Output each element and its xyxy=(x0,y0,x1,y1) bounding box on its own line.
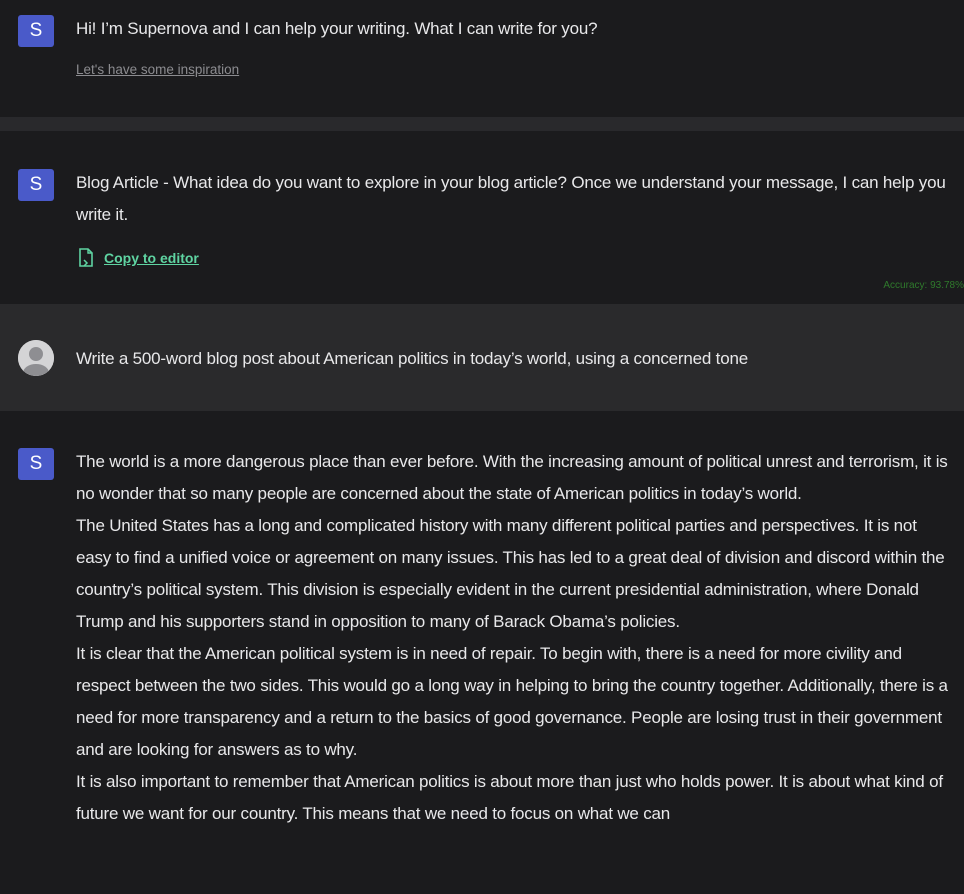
assistant-greeting-message: S Hi! I’m Supernova and I can help your … xyxy=(0,0,964,117)
response-paragraph: It is also important to remember that Am… xyxy=(76,772,943,823)
assistant-avatar: S xyxy=(18,169,54,201)
user-avatar-icon xyxy=(18,340,54,376)
copy-document-icon xyxy=(76,247,96,269)
response-paragraph: It is clear that the American political … xyxy=(76,644,948,759)
assistant-blog-prompt-message: S Blog Article - What idea do you want t… xyxy=(0,131,964,304)
accuracy-indicator: Accuracy: 93.78% xyxy=(883,280,964,291)
assistant-avatar: S xyxy=(18,448,54,480)
inspiration-link[interactable]: Let's have some inspiration xyxy=(76,62,239,77)
copy-to-editor-label: Copy to editor xyxy=(104,250,199,266)
user-request-message: Write a 500-word blog post about America… xyxy=(0,304,964,411)
assistant-response-message: S The world is a more dangerous place th… xyxy=(0,411,964,894)
copy-to-editor-button[interactable]: Copy to editor xyxy=(76,247,199,269)
user-request-text: Write a 500-word blog post about America… xyxy=(76,349,748,368)
chat-thread: S Hi! I’m Supernova and I can help your … xyxy=(0,0,964,894)
response-paragraph: The world is a more dangerous place than… xyxy=(76,452,948,503)
response-text: The world is a more dangerous place than… xyxy=(76,446,950,830)
response-paragraph: The United States has a long and complic… xyxy=(76,516,945,631)
message-separator xyxy=(0,117,964,131)
greeting-text: Hi! I’m Supernova and I can help your wr… xyxy=(76,19,598,38)
blog-prompt-text: Blog Article - What idea do you want to … xyxy=(76,173,946,224)
assistant-avatar: S xyxy=(18,15,54,47)
